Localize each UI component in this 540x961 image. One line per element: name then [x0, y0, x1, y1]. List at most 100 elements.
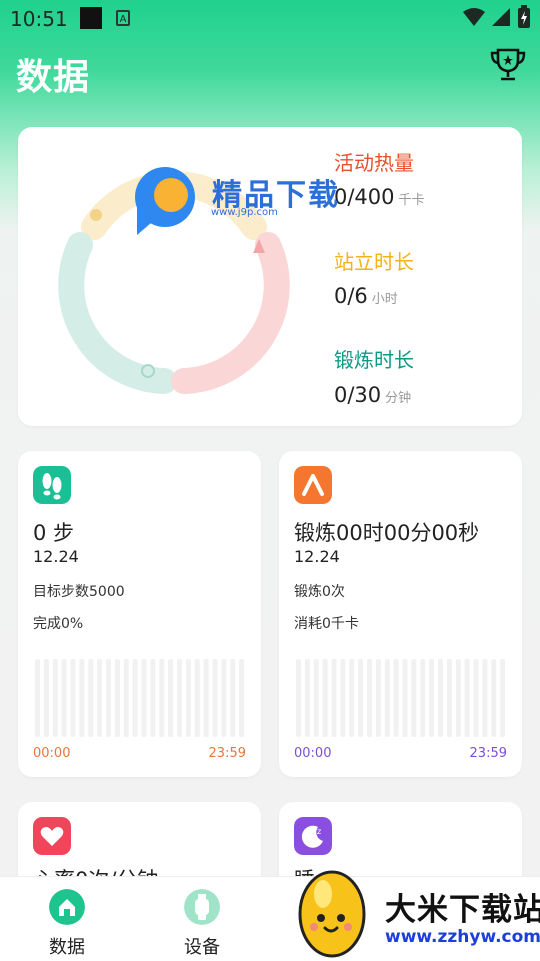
steps-hourly-bars	[35, 659, 245, 737]
notification-a-icon: A	[116, 10, 130, 26]
trophy-icon[interactable]	[488, 44, 528, 84]
workout-card[interactable]: 锻炼00时00分00秒 12.24 锻炼0次 消耗0千卡 00:00 23:59	[279, 451, 522, 777]
sleep-icon: z	[294, 817, 332, 855]
hour-bar	[123, 659, 129, 737]
hour-bar	[61, 659, 67, 737]
home-icon	[49, 889, 85, 925]
hour-bar	[411, 659, 417, 737]
hour-bar	[340, 659, 346, 737]
exercise-value-number: 0/30	[334, 383, 382, 407]
hour-bar	[384, 659, 390, 737]
watch-icon	[184, 889, 220, 925]
exercise-unit: 分钟	[385, 391, 412, 406]
watermark-url: www.j9p.com	[211, 207, 278, 218]
hour-bar	[159, 659, 165, 737]
steps-time-end: 23:59	[208, 746, 246, 761]
workout-time-start: 00:00	[294, 746, 332, 761]
status-time: 10:51	[10, 7, 68, 31]
hour-bar	[212, 659, 218, 737]
hour-bar	[491, 659, 497, 737]
stand-value-number: 0/6	[334, 284, 368, 308]
hour-bar	[141, 659, 147, 737]
hour-bar	[358, 659, 364, 737]
hour-bar	[429, 659, 435, 737]
hour-bar	[349, 659, 355, 737]
dami-watermark-text: 大米下载站	[385, 892, 540, 928]
calories-ring-track	[171, 232, 290, 394]
hour-bar	[367, 659, 372, 737]
hour-bar	[221, 659, 227, 737]
exercise-ring-track	[58, 232, 177, 394]
hour-bar	[446, 659, 452, 737]
hour-bar	[230, 659, 236, 737]
hour-bar	[70, 659, 76, 737]
dami-mascot-logo	[298, 870, 366, 958]
tab-device-label: 设备	[184, 937, 220, 958]
hour-bar	[500, 659, 506, 737]
hour-bar	[185, 659, 191, 737]
hour-bar	[194, 659, 200, 737]
hour-bar	[203, 659, 209, 737]
stand-title: 站立时长	[334, 250, 414, 274]
hour-bar	[482, 659, 488, 737]
hour-bar	[438, 659, 443, 737]
tab-device[interactable]: 设备	[162, 889, 242, 959]
hour-bar	[304, 659, 310, 737]
hour-bar	[375, 659, 381, 737]
hour-bar	[52, 659, 58, 737]
calories-value: 0/400 千卡	[334, 185, 425, 209]
stand-ring-icon	[90, 209, 102, 221]
exercise-title: 锻炼时长	[334, 348, 414, 372]
hour-bar	[114, 659, 120, 737]
hour-bar	[35, 659, 40, 737]
workout-duration: 锻炼00时00分00秒	[294, 521, 480, 545]
calories-value-number: 0/400	[334, 185, 395, 209]
tab-data[interactable]: 数据	[27, 889, 107, 959]
steps-count: 0 步	[33, 521, 75, 545]
stand-unit: 小时	[371, 292, 398, 307]
signal-icon	[492, 8, 510, 26]
hour-bar	[168, 659, 174, 737]
exercise-value: 0/30 分钟	[334, 383, 411, 407]
hour-bar	[177, 659, 182, 737]
tab-data-label: 数据	[49, 937, 85, 958]
stand-value: 0/6 小时	[334, 284, 398, 308]
hour-bar	[464, 659, 470, 737]
hour-bar	[43, 659, 49, 737]
footprint-icon	[33, 466, 71, 504]
hour-bar	[420, 659, 426, 737]
hour-bar	[393, 659, 399, 737]
steps-completion: 完成0%	[33, 616, 84, 632]
page-title: 数据	[16, 57, 91, 98]
calories-unit: 千卡	[398, 193, 425, 208]
j9p-logo-icon	[135, 167, 195, 235]
wifi-icon	[463, 8, 485, 26]
workout-hourly-bars	[296, 659, 506, 737]
workout-time-end: 23:59	[469, 746, 507, 761]
hour-bar	[455, 659, 461, 737]
hour-bar	[106, 659, 111, 737]
hour-bar	[313, 659, 319, 737]
battery-charging-icon	[518, 5, 530, 28]
workout-icon	[294, 466, 332, 504]
dami-watermark-url: www.zzhyw.com	[385, 927, 540, 947]
hour-bar	[132, 659, 138, 737]
hour-bar	[150, 659, 156, 737]
hour-bar	[322, 659, 328, 737]
steps-date: 12.24	[33, 547, 79, 566]
notification-square-icon	[80, 7, 102, 29]
steps-card[interactable]: 0 步 12.24 目标步数5000 完成0% 00:00 23:59	[18, 451, 261, 777]
calories-title: 活动热量	[334, 151, 414, 175]
hour-bar	[402, 659, 408, 737]
hour-bar	[331, 659, 337, 737]
steps-goal: 目标步数5000	[33, 584, 125, 600]
workout-date: 12.24	[294, 547, 340, 566]
workout-burned: 消耗0千卡	[294, 616, 359, 632]
status-bar: 10:51 A	[0, 0, 540, 38]
hour-bar	[239, 659, 245, 737]
hour-bar	[473, 659, 479, 737]
hour-bar	[296, 659, 301, 737]
workout-count: 锻炼0次	[294, 584, 345, 600]
hour-bar	[79, 659, 85, 737]
hour-bar	[88, 659, 94, 737]
